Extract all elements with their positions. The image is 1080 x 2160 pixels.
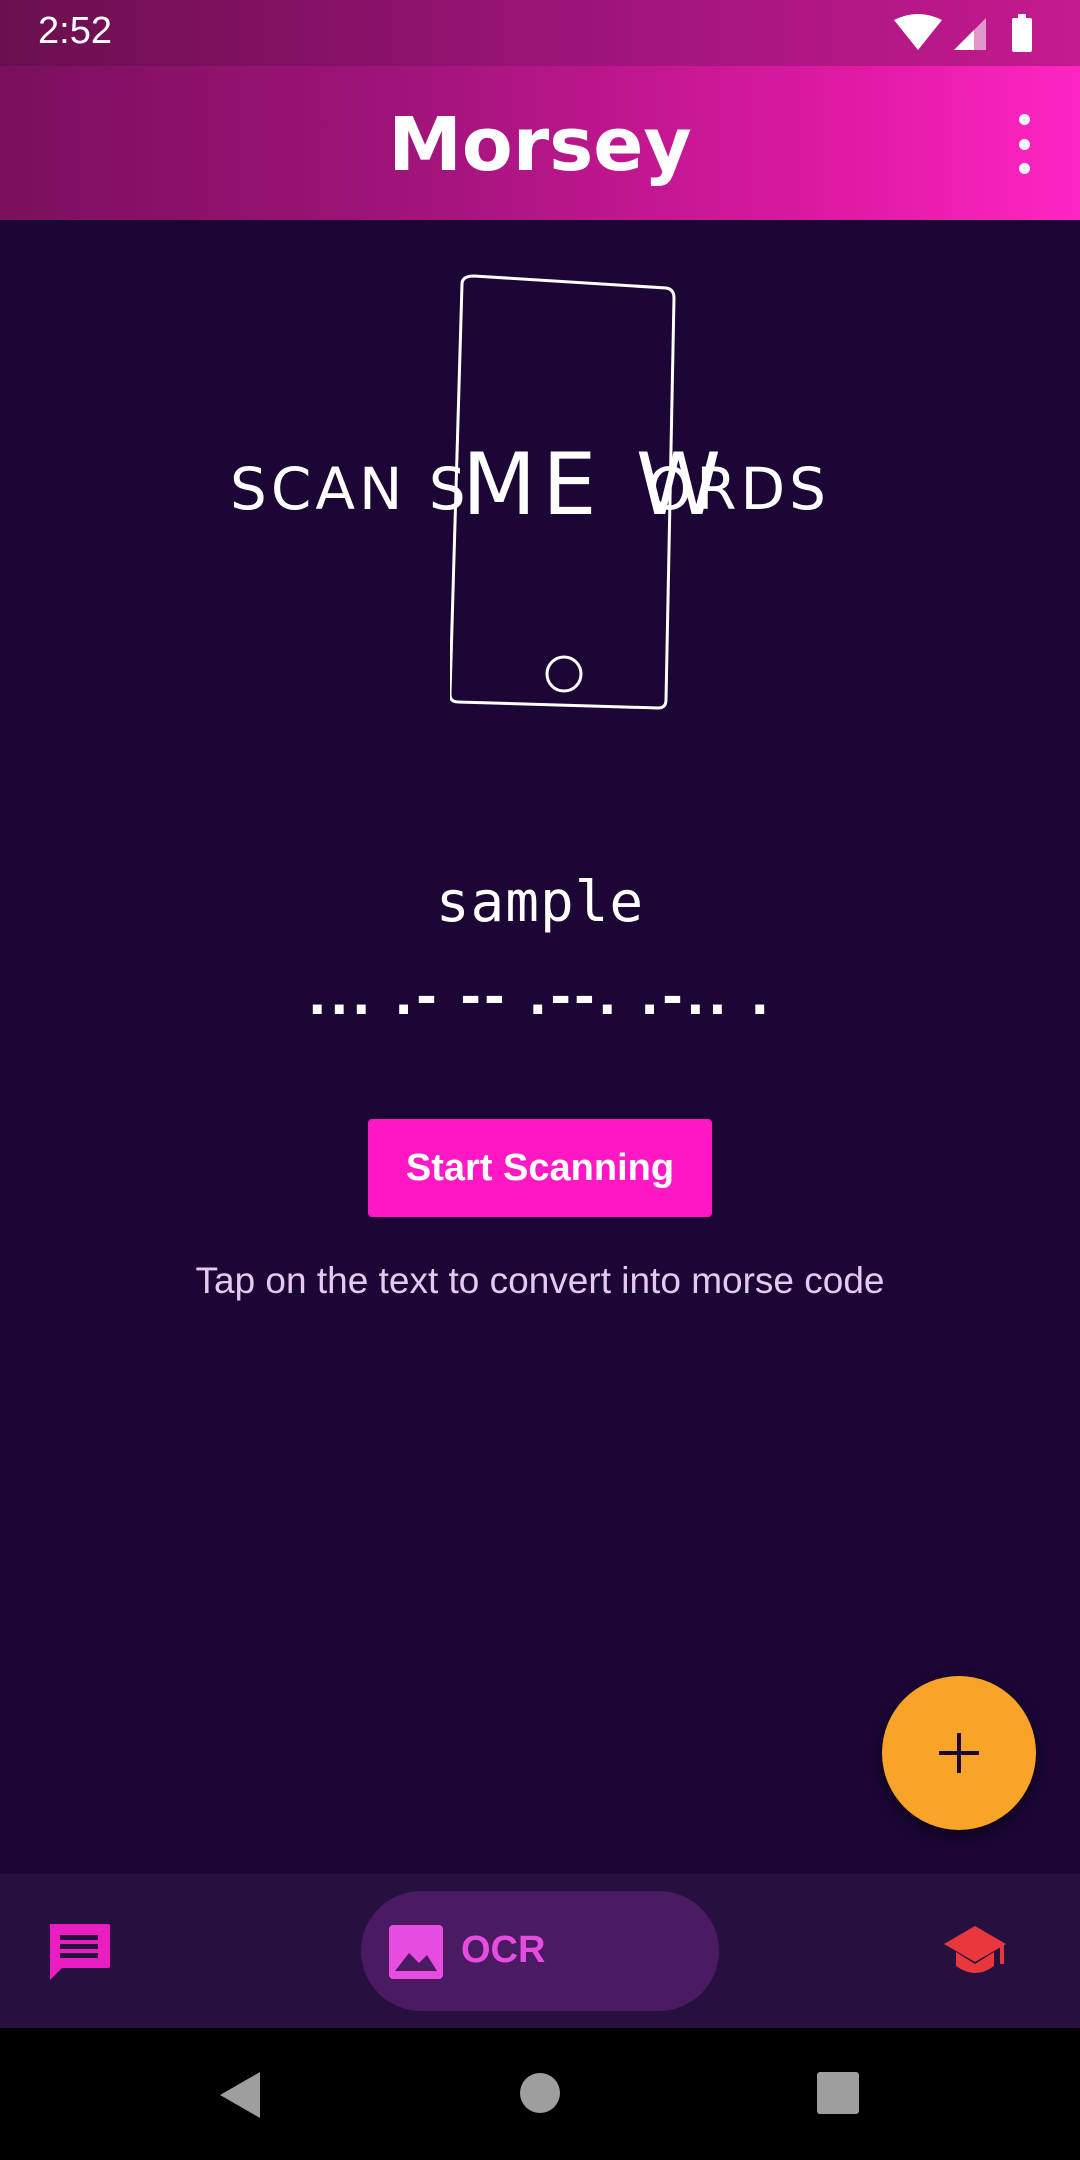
system-nav-bar: [0, 2028, 1080, 2160]
nav-item-ocr[interactable]: OCR: [361, 1891, 719, 2011]
back-icon[interactable]: [218, 2070, 262, 2120]
sample-word: sample: [435, 870, 645, 935]
app-title: Morsey: [388, 102, 692, 188]
add-fab[interactable]: [882, 1676, 1036, 1830]
school-icon: [944, 1926, 1006, 1973]
status-time: 2:52: [38, 10, 112, 52]
chat-icon: [50, 1924, 110, 1980]
cellular-signal-icon: [954, 18, 986, 50]
image-icon: [389, 1925, 443, 1979]
home-icon[interactable]: [519, 2072, 561, 2114]
status-icons: [894, 14, 1044, 52]
status-bar: 2:52: [0, 0, 1080, 66]
app-bar: Morsey: [0, 66, 1080, 220]
morse-code: ... .- -- .--. .-.. .: [307, 968, 773, 1026]
wifi-icon: [894, 14, 942, 50]
recents-icon[interactable]: [817, 2072, 859, 2114]
hint-text: Tap on the text to convert into morse co…: [195, 1260, 885, 1301]
start-scanning-button[interactable]: Start Scanning: [368, 1119, 712, 1217]
nav-item-label: OCR: [461, 1929, 546, 1971]
illustration-text-left: SCAN S: [230, 455, 470, 523]
nav-item-learn[interactable]: [942, 1920, 1008, 1986]
plus-icon: [939, 1733, 979, 1773]
scan-illustration: SCAN S ME W ORDS: [200, 270, 880, 730]
battery-icon: [1012, 14, 1032, 52]
more-vert-icon[interactable]: [1008, 114, 1040, 174]
nav-item-chat[interactable]: [44, 1918, 114, 1988]
phone-icon: [450, 274, 676, 710]
bottom-nav: OCR: [0, 1874, 1080, 2028]
